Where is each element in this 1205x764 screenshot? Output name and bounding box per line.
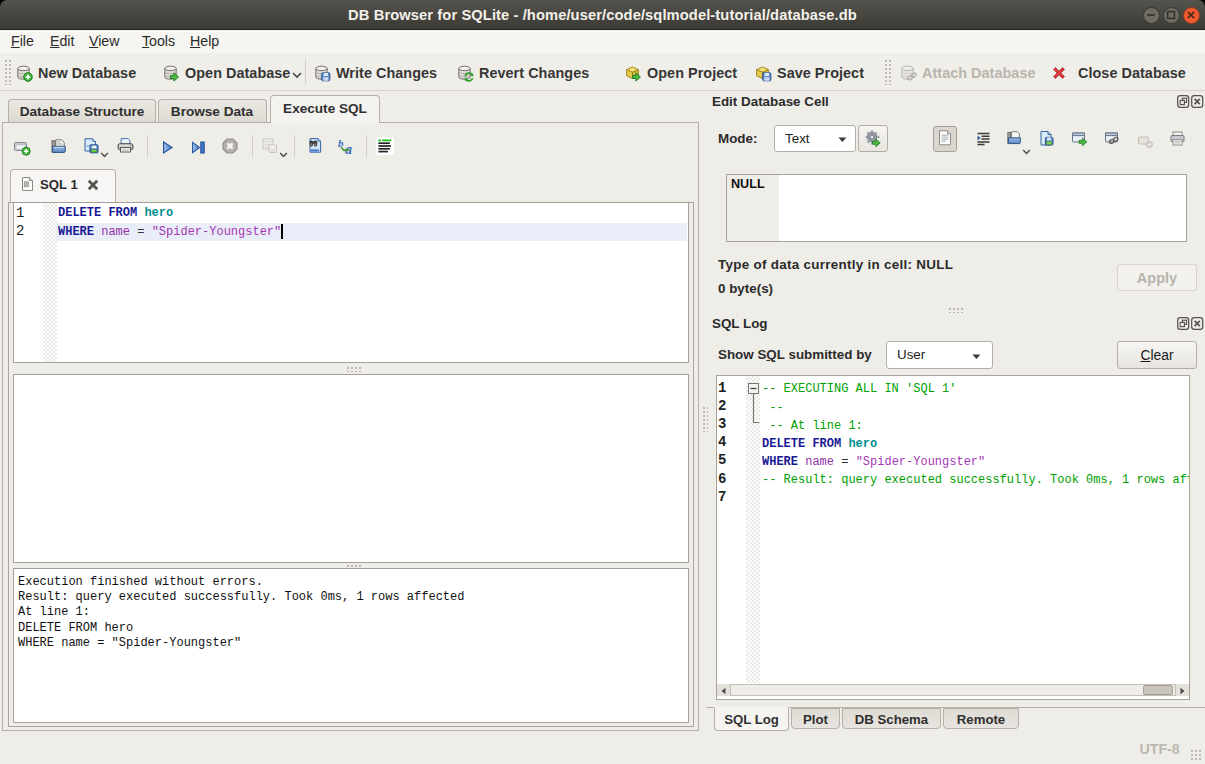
svg-text:b: b [338,137,344,149]
svg-text:a: a [345,142,352,156]
